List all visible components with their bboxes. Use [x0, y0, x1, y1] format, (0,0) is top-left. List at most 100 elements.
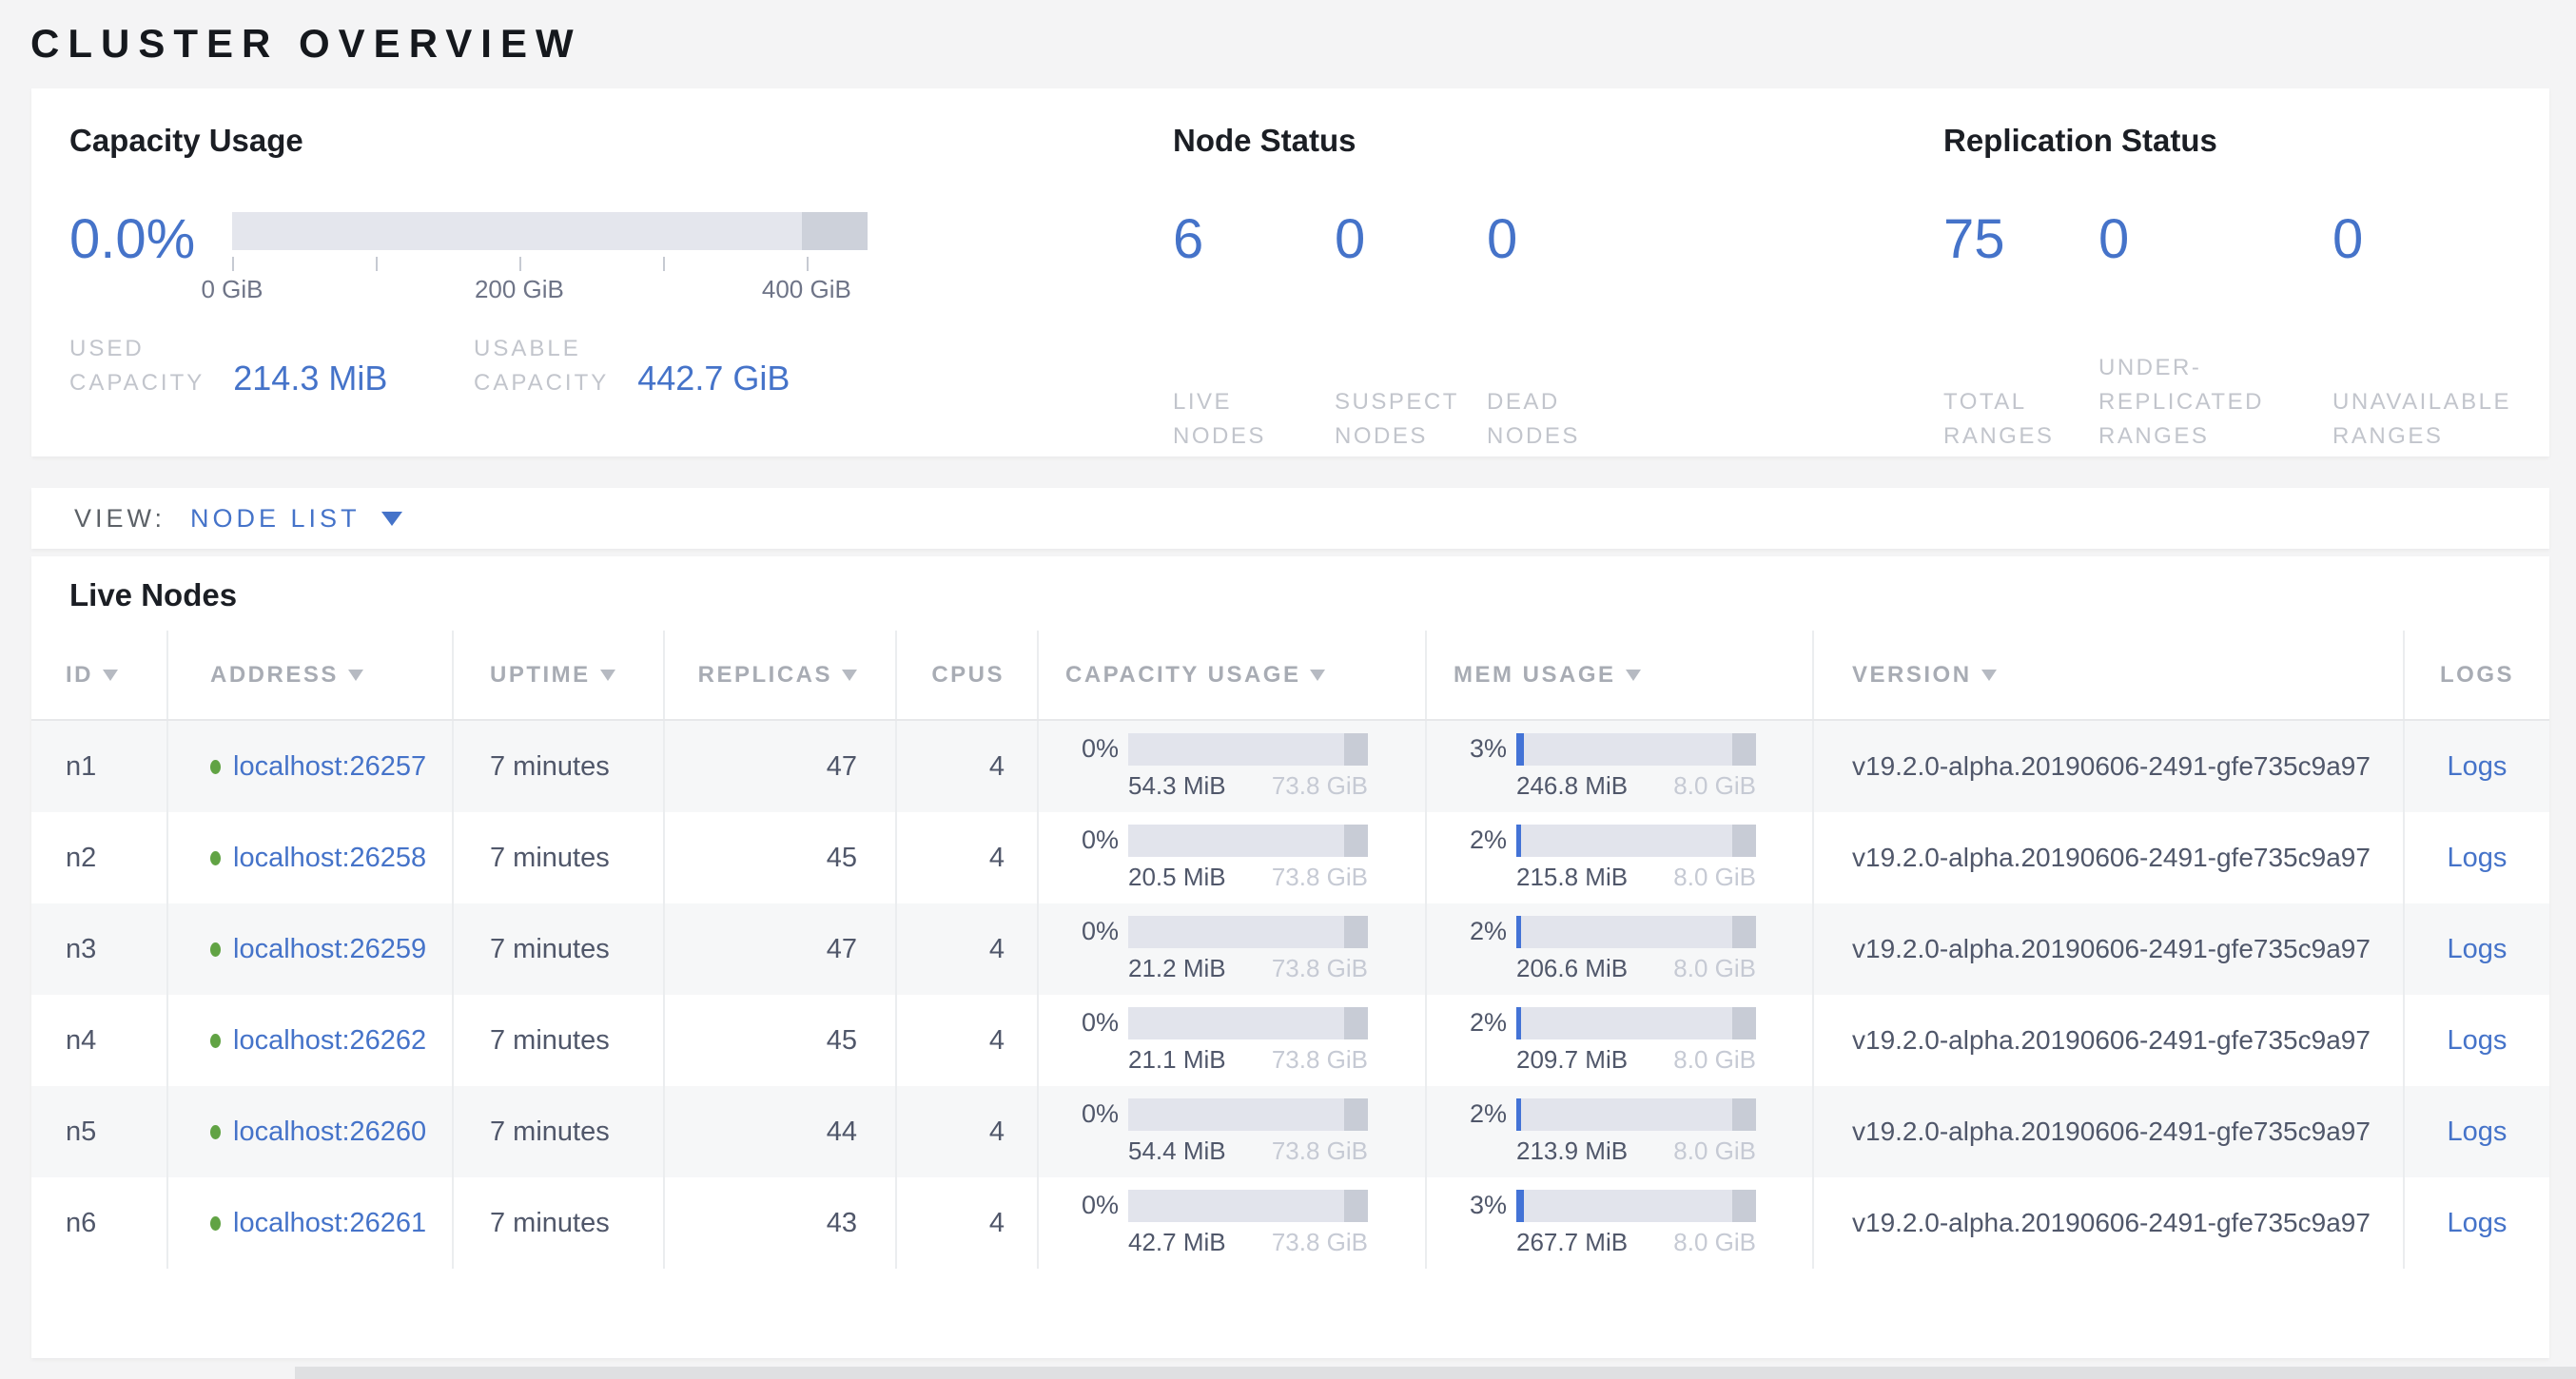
node-status-title: Node Status	[1173, 123, 1943, 159]
node-mem-usage-cell: 3% 246.8 MiB 8.0 GiB	[1425, 721, 1812, 812]
axis-tick-label: 400 GiB	[762, 275, 851, 304]
page-title: CLUSTER OVERVIEW	[0, 0, 2576, 88]
node-id-cell: n4	[31, 995, 166, 1086]
mem-used-value: 213.9 MiB	[1516, 1136, 1628, 1166]
dead-nodes-label: DEAD NODES	[1487, 385, 1580, 454]
node-address-link[interactable]: localhost:26258	[233, 843, 426, 874]
node-replicas-cell: 43	[663, 1177, 895, 1269]
mem-percent: 2%	[1454, 916, 1507, 946]
column-header-id[interactable]: ID	[31, 631, 166, 719]
column-header-capacity-usage[interactable]: CAPACITY USAGE	[1037, 631, 1425, 719]
axis-tick-label: 200 GiB	[475, 275, 564, 304]
chevron-down-icon[interactable]	[381, 512, 402, 526]
logs-link[interactable]: Logs	[2448, 934, 2508, 965]
node-replicas-cell: 45	[663, 812, 895, 903]
column-header-uptime[interactable]: UPTIME	[452, 631, 663, 719]
mem-total-value: 8.0 GiB	[1673, 1228, 1756, 1257]
capacity-used-value: 21.2 MiB	[1128, 954, 1226, 983]
node-address-link[interactable]: localhost:26257	[233, 751, 426, 783]
capacity-percent: 0%	[1065, 1007, 1119, 1038]
node-id-cell: n5	[31, 1086, 166, 1177]
sort-caret-icon	[1310, 670, 1325, 681]
live-status-dot-icon	[210, 1125, 221, 1139]
live-nodes-card: Live Nodes ID ADDRESS UPTIME REPLICAS CP…	[31, 556, 2549, 1358]
node-address-link[interactable]: localhost:26259	[233, 934, 426, 965]
view-dropdown[interactable]: NODE LIST	[190, 504, 361, 534]
suspect-nodes-value: 0	[1335, 212, 1487, 267]
node-logs-cell: Logs	[2403, 812, 2549, 903]
table-row: n6 localhost:26261 7 minutes 43 4 0%	[31, 1177, 2549, 1269]
node-id-cell: n1	[31, 721, 166, 812]
table-header-row: ID ADDRESS UPTIME REPLICAS CPUS CAPACITY…	[31, 631, 2549, 721]
capacity-usage-bar	[1128, 733, 1368, 766]
capacity-used-value: 42.7 MiB	[1128, 1228, 1226, 1257]
mem-reserved-segment	[1732, 825, 1756, 857]
node-id-cell: n6	[31, 1177, 166, 1269]
logs-link[interactable]: Logs	[2448, 1025, 2508, 1057]
logs-link[interactable]: Logs	[2448, 1208, 2508, 1239]
live-status-dot-icon	[210, 760, 221, 774]
node-mem-usage-cell: 2% 206.6 MiB 8.0 GiB	[1425, 903, 1812, 995]
replication-status-title: Replication Status	[1943, 123, 2549, 159]
node-version-cell: v19.2.0-alpha.20190606-2491-gfe735c9a97	[1812, 1177, 2403, 1269]
column-header-address[interactable]: ADDRESS	[166, 631, 452, 719]
axis-tick	[519, 257, 521, 271]
column-header-logs: LOGS	[2403, 631, 2549, 719]
sort-caret-icon	[103, 670, 118, 681]
mem-usage-bar	[1516, 916, 1756, 948]
live-nodes-stat: 6 LIVE NODES	[1173, 212, 1335, 454]
used-capacity-value: 214.3 MiB	[233, 359, 387, 400]
mem-percent: 3%	[1454, 1190, 1507, 1220]
mem-total-value: 8.0 GiB	[1673, 954, 1756, 983]
table-row: n2 localhost:26258 7 minutes 45 4 0%	[31, 812, 2549, 903]
capacity-reserved-segment	[1344, 1098, 1368, 1131]
live-nodes-title: Live Nodes	[31, 556, 2549, 631]
dead-nodes-stat: 0 DEAD NODES	[1487, 212, 1580, 454]
mem-usage-bar	[1516, 1098, 1756, 1131]
usable-capacity-stat: USABLE CAPACITY 442.7 GiB	[474, 332, 790, 400]
node-mem-usage-cell: 3% 267.7 MiB 8.0 GiB	[1425, 1177, 1812, 1269]
mem-used-value: 246.8 MiB	[1516, 771, 1628, 801]
node-address-link[interactable]: localhost:26262	[233, 1025, 426, 1057]
unavailable-ranges-label: UNAVAILABLE RANGES	[2332, 385, 2511, 454]
node-capacity-usage-cell: 0% 21.1 MiB 73.8 GiB	[1037, 995, 1425, 1086]
node-cpus-cell: 4	[895, 1177, 1037, 1269]
column-header-version[interactable]: VERSION	[1812, 631, 2403, 719]
mem-usage-bar	[1516, 1007, 1756, 1039]
node-cpus-cell: 4	[895, 903, 1037, 995]
mem-reserved-segment	[1732, 1007, 1756, 1039]
node-logs-cell: Logs	[2403, 721, 2549, 812]
node-uptime-cell: 7 minutes	[452, 995, 663, 1086]
capacity-used-value: 54.3 MiB	[1128, 771, 1226, 801]
node-address-link[interactable]: localhost:26261	[233, 1208, 426, 1239]
node-table-body: n1 localhost:26257 7 minutes 47 4 0%	[31, 721, 2549, 1269]
usable-capacity-label: USABLE CAPACITY	[474, 332, 609, 400]
mem-usage-bar	[1516, 1190, 1756, 1222]
capacity-percent: 0%	[1065, 825, 1119, 855]
node-version-cell: v19.2.0-alpha.20190606-2491-gfe735c9a97	[1812, 721, 2403, 812]
mem-total-value: 8.0 GiB	[1673, 1136, 1756, 1166]
logs-link[interactable]: Logs	[2448, 843, 2508, 874]
node-id-cell: n2	[31, 812, 166, 903]
node-uptime-cell: 7 minutes	[452, 812, 663, 903]
mem-used-value: 267.7 MiB	[1516, 1228, 1628, 1257]
table-row: n4 localhost:26262 7 minutes 45 4 0%	[31, 995, 2549, 1086]
node-capacity-usage-cell: 0% 21.2 MiB 73.8 GiB	[1037, 903, 1425, 995]
node-address-link[interactable]: localhost:26260	[233, 1117, 426, 1148]
dead-nodes-value: 0	[1487, 212, 1580, 267]
under-replicated-ranges-stat: 0 UNDER- REPLICATED RANGES	[2098, 212, 2332, 454]
column-header-mem-usage[interactable]: MEM USAGE	[1425, 631, 1812, 719]
bottom-edge-strip	[295, 1367, 2576, 1379]
mem-total-value: 8.0 GiB	[1673, 863, 1756, 892]
mem-used-value: 215.8 MiB	[1516, 863, 1628, 892]
mem-percent: 2%	[1454, 825, 1507, 855]
mem-reserved-segment	[1732, 1098, 1756, 1131]
column-header-replicas[interactable]: REPLICAS	[663, 631, 895, 719]
capacity-total-value: 73.8 GiB	[1272, 771, 1368, 801]
logs-link[interactable]: Logs	[2448, 751, 2508, 783]
mem-percent: 2%	[1454, 1098, 1507, 1129]
node-replicas-cell: 45	[663, 995, 895, 1086]
logs-link[interactable]: Logs	[2448, 1117, 2508, 1148]
node-cpus-cell: 4	[895, 1086, 1037, 1177]
capacity-percent: 0%	[1065, 1098, 1119, 1129]
